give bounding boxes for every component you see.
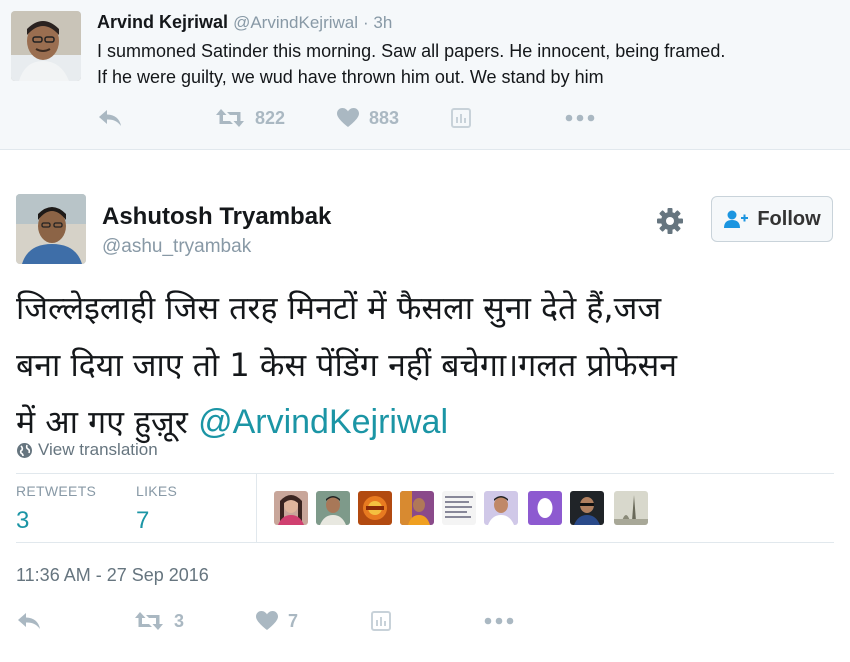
globe-icon <box>17 442 32 458</box>
parent-text-line: If he were guilty, we wud have thrown hi… <box>97 67 604 87</box>
liker-avatar[interactable] <box>614 491 648 525</box>
parent-timestamp[interactable]: · 3h <box>363 13 392 32</box>
stats-divider-top <box>16 473 834 474</box>
more-icon <box>565 114 595 122</box>
retweet-icon <box>216 109 244 127</box>
liker-avatar[interactable] <box>274 491 308 525</box>
more-button[interactable] <box>484 609 514 633</box>
liker-avatar[interactable] <box>484 491 518 525</box>
parent-retweet-count: 822 <box>255 107 286 128</box>
liker-avatar[interactable] <box>528 491 562 525</box>
parent-header: Arvind Kejriwal @ArvindKejriwal · 3h <box>97 11 392 34</box>
tweet-action-bar: 3 7 <box>16 609 576 635</box>
author-handle[interactable]: @ashu_tryambak <box>102 236 251 258</box>
parent-like-button[interactable]: 883 <box>337 106 399 130</box>
likes-label: LIKES <box>136 483 178 499</box>
parent-reply-button[interactable] <box>97 106 123 130</box>
like-button[interactable]: 7 <box>256 609 298 633</box>
parent-like-count: 883 <box>369 107 400 128</box>
analytics-icon <box>451 108 471 128</box>
retweet-icon <box>135 612 163 630</box>
tweet-timestamp[interactable]: 11:36 AM - 27 Sep 2016 <box>16 565 209 586</box>
parent-tweet[interactable]: Arvind Kejriwal @ArvindKejriwal · 3h I s… <box>0 0 850 150</box>
retweets-value: 3 <box>16 507 30 534</box>
tweet-settings-button[interactable] <box>654 205 686 237</box>
reply-button[interactable] <box>16 609 42 633</box>
tweet-text-line: बना दिया जाए तो 1 केस पेंडिंग नहीं बचेगा… <box>16 346 677 384</box>
retweet-button[interactable]: 3 <box>134 609 184 633</box>
view-translation-link[interactable]: View translation <box>16 440 158 460</box>
parent-avatar[interactable] <box>11 11 81 81</box>
liker-avatar[interactable] <box>442 491 476 525</box>
parent-retweet-button[interactable]: 822 <box>215 106 285 130</box>
liker-avatar[interactable] <box>316 491 350 525</box>
liker-avatar[interactable] <box>400 491 434 525</box>
parent-analytics-button[interactable] <box>451 106 471 130</box>
analytics-icon <box>371 611 391 631</box>
tweet-text: जिल्लेइलाही जिस तरह मिनटों में फैसला सुन… <box>16 280 838 451</box>
heart-icon <box>337 108 359 127</box>
parent-tweet-text: I summoned Satinder this morning. Saw al… <box>97 38 837 90</box>
view-translation-label: View translation <box>38 440 158 459</box>
reply-icon <box>99 110 121 126</box>
reply-icon <box>18 613 40 629</box>
retweets-label: RETWEETS <box>16 483 97 499</box>
follow-button[interactable]: Follow <box>711 196 833 242</box>
author-avatar[interactable] <box>16 194 86 264</box>
heart-icon <box>256 611 278 630</box>
follow-person-icon <box>724 210 749 228</box>
parent-action-bar: 822 883 <box>97 106 657 130</box>
tweet-text-line: जिल्लेइलाही जिस तरह मिनटों में फैसला सुन… <box>16 289 662 327</box>
like-count: 7 <box>288 610 299 631</box>
parent-author-handle[interactable]: @ArvindKejriwal <box>233 13 358 32</box>
stats-divider-bottom <box>16 542 834 543</box>
parent-more-button[interactable] <box>565 106 595 130</box>
analytics-button[interactable] <box>371 609 391 633</box>
liker-avatar[interactable] <box>570 491 604 525</box>
retweets-stat[interactable]: RETWEETS 3 <box>16 483 96 535</box>
stats-vertical-divider <box>256 474 257 542</box>
tweet-text-segment: में आ गए हुज़ूर <box>16 403 199 441</box>
more-icon <box>484 617 514 625</box>
likes-stat[interactable]: LIKES 7 <box>136 483 177 535</box>
liker-avatar[interactable] <box>358 491 392 525</box>
likes-value: 7 <box>136 507 150 534</box>
retweet-count: 3 <box>174 610 185 631</box>
author-name[interactable]: Ashutosh Tryambak <box>102 203 331 231</box>
parent-author-name[interactable]: Arvind Kejriwal <box>97 12 228 32</box>
mention-link[interactable]: @ArvindKejriwal <box>198 403 448 441</box>
parent-text-line: I summoned Satinder this morning. Saw al… <box>97 41 726 61</box>
gear-icon <box>657 208 683 234</box>
follow-label: Follow <box>757 207 821 230</box>
